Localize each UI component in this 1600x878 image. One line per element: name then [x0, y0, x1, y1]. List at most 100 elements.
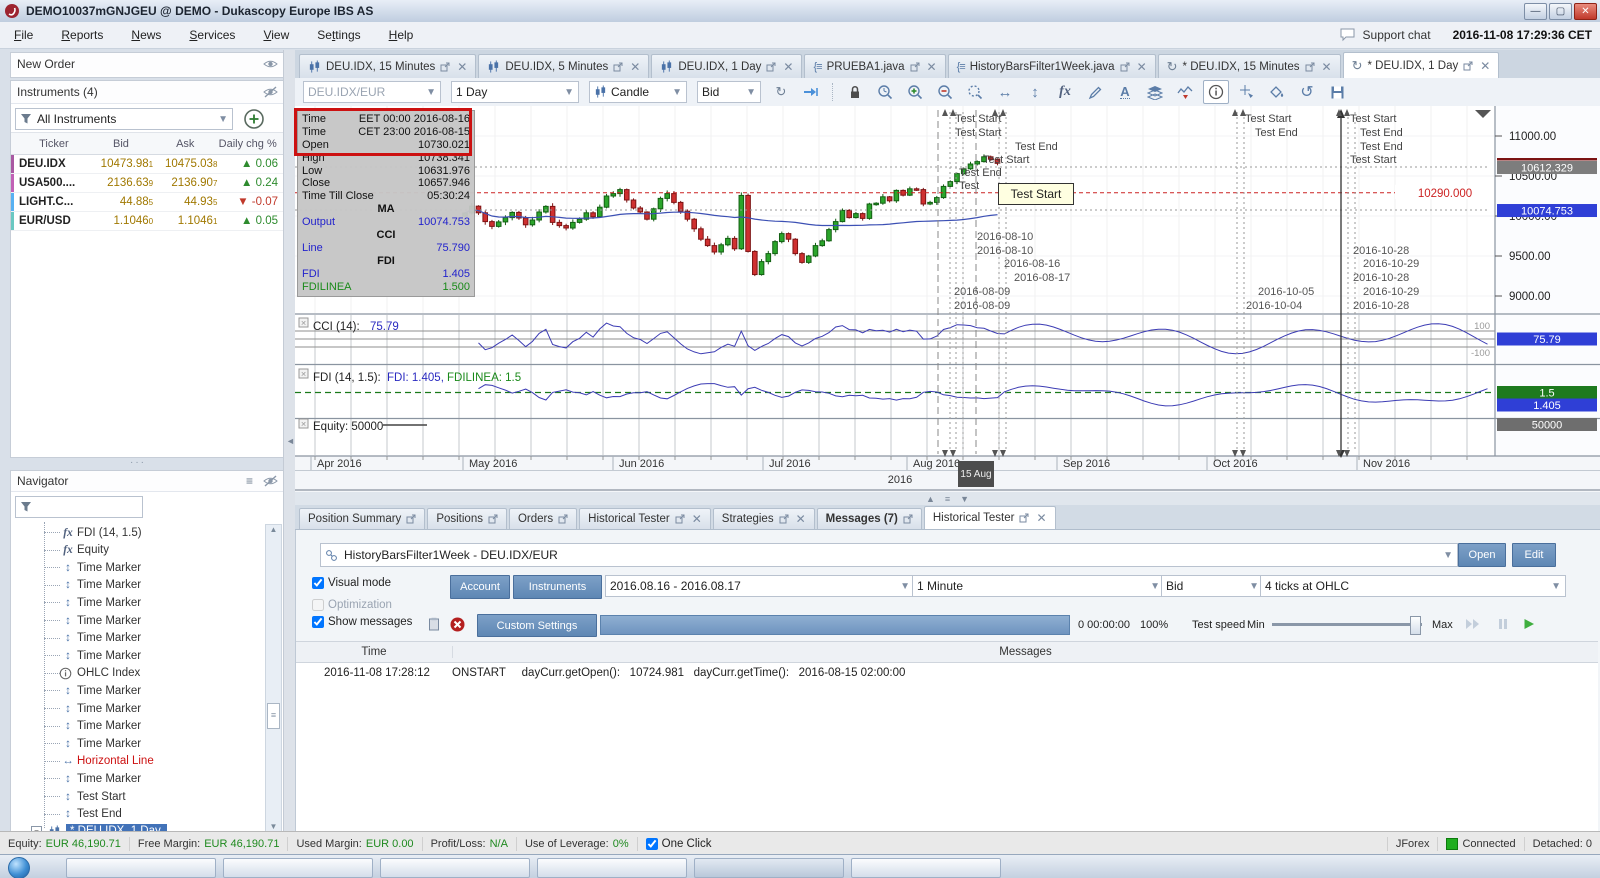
tree-item-time-marker[interactable]: ↕ Time Marker — [59, 718, 141, 735]
maximize-button[interactable]: ▢ — [1549, 3, 1572, 20]
pencil-icon[interactable] — [1083, 81, 1107, 103]
menu-view[interactable]: View — [249, 28, 303, 42]
tree-item-ohlc-index[interactable]: OHLC Index — [59, 665, 140, 682]
custom-settings-button[interactable]: Custom Settings — [477, 614, 597, 637]
navigator-scrollbar[interactable]: ▲≡▼ — [265, 524, 282, 832]
zoom-in-icon[interactable] — [903, 81, 927, 103]
price-side-select[interactable]: Bid▼ — [697, 81, 761, 103]
collapse-left-icon[interactable]: ◄ — [286, 436, 295, 446]
bottom-tab-orders[interactable]: Orders — [509, 508, 577, 529]
popout-icon[interactable] — [1305, 62, 1315, 72]
tree-item-time-marker[interactable]: ↕ Time Marker — [59, 700, 141, 717]
instrument-filter-select[interactable]: All Instruments ▼ — [15, 108, 233, 130]
date-range-select[interactable]: 2016.08.16 - 2016.08.17▼ — [605, 575, 915, 597]
scroll-thumb[interactable]: ≡ — [267, 703, 280, 729]
instrument-row[interactable]: EUR/USD1.104601.10461▲ 0.05 — [11, 212, 284, 231]
support-chat-link[interactable]: Support chat — [1363, 28, 1431, 42]
menu-help[interactable]: Help — [375, 28, 428, 42]
tree-item-time-marker[interactable]: ↕ Time Marker — [59, 682, 141, 699]
chart-tab-deu-idx-1-day[interactable]: DEU.IDX, 1 Day✕ — [651, 54, 802, 78]
tree-item-horizontal-line[interactable]: ↔ Horizontal Line — [59, 753, 154, 770]
chart-tab--deu-idx-15-minutes[interactable]: ↻* DEU.IDX, 15 Minutes✕ — [1158, 54, 1341, 78]
open-button[interactable]: Open — [1458, 543, 1506, 567]
tree-item-time-marker[interactable]: ↕ Time Marker — [59, 577, 141, 594]
optimization[interactable]: Optimization — [312, 599, 392, 611]
h-resize-icon[interactable]: ↔ — [993, 81, 1017, 103]
col-header[interactable]: Ask — [153, 138, 217, 150]
chart-tab-deu-idx-5-minutes[interactable]: DEU.IDX, 5 Minutes✕ — [478, 54, 649, 78]
panel-splitter-handle[interactable]: ··· — [130, 457, 146, 468]
visual-mode[interactable]: Visual mode — [312, 577, 391, 589]
message-row[interactable]: 2016-11-08 17:28:12ONSTART dayCurr.getOp… — [296, 663, 1598, 682]
tree-item-fdi-14-1-5-[interactable]: fx FDI (14, 1.5) — [59, 524, 142, 541]
tree-item-time-marker[interactable]: ↕ Time Marker — [59, 594, 141, 611]
loop-icon[interactable]: ↺ — [1295, 81, 1319, 103]
bottom-tab-position-summary[interactable]: Position Summary — [299, 508, 425, 529]
menu-settings[interactable]: Settings — [303, 28, 374, 42]
popout-icon[interactable] — [779, 514, 789, 524]
close-tab-icon[interactable]: ✕ — [1137, 60, 1147, 74]
taskbar-window-button[interactable] — [66, 858, 216, 878]
close-button[interactable]: ✕ — [1574, 3, 1597, 20]
v-resize-icon[interactable]: ↕ — [1023, 81, 1047, 103]
col-header[interactable]: Daily chg % — [217, 138, 284, 150]
bottom-tab-positions[interactable]: Positions — [427, 508, 507, 529]
taskbar-window-button[interactable] — [380, 858, 530, 878]
tree-item-test-start[interactable]: ↕ Test Start — [59, 788, 126, 805]
lock-icon[interactable] — [843, 81, 867, 103]
copy-log-icon[interactable] — [428, 617, 440, 631]
popout-icon[interactable] — [488, 514, 498, 524]
pause-icon[interactable] — [1498, 618, 1508, 630]
indicators-fx-icon[interactable]: fx — [1053, 81, 1077, 103]
tree-item-time-marker[interactable]: ↕ Time Marker — [59, 770, 141, 787]
clear-log-icon[interactable] — [450, 617, 465, 632]
scroll-up-icon[interactable]: ▲ — [266, 525, 281, 534]
tick-mode-select[interactable]: 4 ticks at OHLC▼ — [1260, 575, 1566, 597]
fast-forward-icon[interactable] — [1465, 618, 1481, 630]
clock-zoom-icon[interactable] — [873, 81, 897, 103]
tree-item-time-marker[interactable]: ↕ Time Marker — [59, 559, 141, 576]
taskbar-window-button[interactable] — [537, 858, 687, 878]
close-tab-icon[interactable]: ✕ — [630, 60, 640, 74]
bucket-icon[interactable] — [1265, 81, 1289, 103]
chart-tab-deu-idx-15-minutes[interactable]: DEU.IDX, 15 Minutes✕ — [299, 54, 476, 78]
collapse-down-icon[interactable]: ▼ — [960, 494, 969, 504]
tree-item-test-end[interactable]: ↕ Test End — [59, 806, 122, 823]
tree-item-time-marker[interactable]: ↕ Time Marker — [59, 647, 141, 664]
eye-icon[interactable] — [263, 58, 278, 70]
account-button[interactable]: Account — [450, 575, 510, 599]
menu-news[interactable]: News — [117, 28, 175, 42]
edit-button[interactable]: Edit — [1512, 543, 1556, 567]
col-messages[interactable]: Messages — [453, 646, 1598, 658]
instrument-row[interactable]: USA500....2136.6392136.907▲ 0.24 — [11, 174, 284, 193]
popout-icon[interactable] — [910, 62, 920, 72]
one-click-checkbox[interactable] — [646, 838, 658, 850]
speed-slider-handle[interactable] — [1410, 616, 1421, 635]
menu-reports[interactable]: Reports — [47, 28, 117, 42]
chart-tab-prueba1-java[interactable]: {≡PRUEBA1.java✕ — [804, 54, 945, 78]
new-order-panel[interactable]: New Order — [10, 52, 285, 78]
tester-period-select[interactable]: 1 Minute▼ — [912, 575, 1165, 597]
pattern-icon[interactable] — [1173, 81, 1197, 103]
step-forward-icon[interactable] — [799, 81, 823, 103]
close-tab-icon[interactable]: ✕ — [796, 512, 806, 526]
instrument-select[interactable]: DEU.IDX/EUR▼ — [303, 81, 441, 103]
play-icon[interactable] — [1523, 618, 1535, 630]
period-select[interactable]: 1 Day▼ — [451, 81, 579, 103]
text-tool-icon[interactable]: A — [1113, 81, 1137, 103]
tree-item-time-marker[interactable]: ↕ Time Marker — [59, 630, 141, 647]
chart-type-select[interactable]: Candle▼ — [589, 81, 687, 103]
col-header[interactable]: Bid — [89, 138, 153, 150]
close-tab-icon[interactable]: ✕ — [1036, 511, 1046, 525]
close-tab-icon[interactable]: ✕ — [1480, 59, 1490, 73]
close-tab-icon[interactable]: ✕ — [783, 60, 793, 74]
bottom-tab-strategies[interactable]: Strategies✕ — [713, 508, 815, 529]
col-header[interactable]: Ticker — [11, 138, 89, 150]
splitter-grip-icon[interactable]: ≡ — [945, 494, 950, 504]
close-tab-icon[interactable]: ✕ — [457, 60, 467, 74]
instrument-row[interactable]: LIGHT.C...44.88544.935▼ -0.07 — [11, 193, 284, 212]
popout-icon[interactable] — [440, 62, 450, 72]
chart-tab--deu-idx-1-day[interactable]: ↻* DEU.IDX, 1 Day✕ — [1343, 52, 1500, 78]
zoom-out-icon[interactable] — [933, 81, 957, 103]
bottom-tab-messages-7-[interactable]: Messages (7) — [817, 508, 922, 529]
